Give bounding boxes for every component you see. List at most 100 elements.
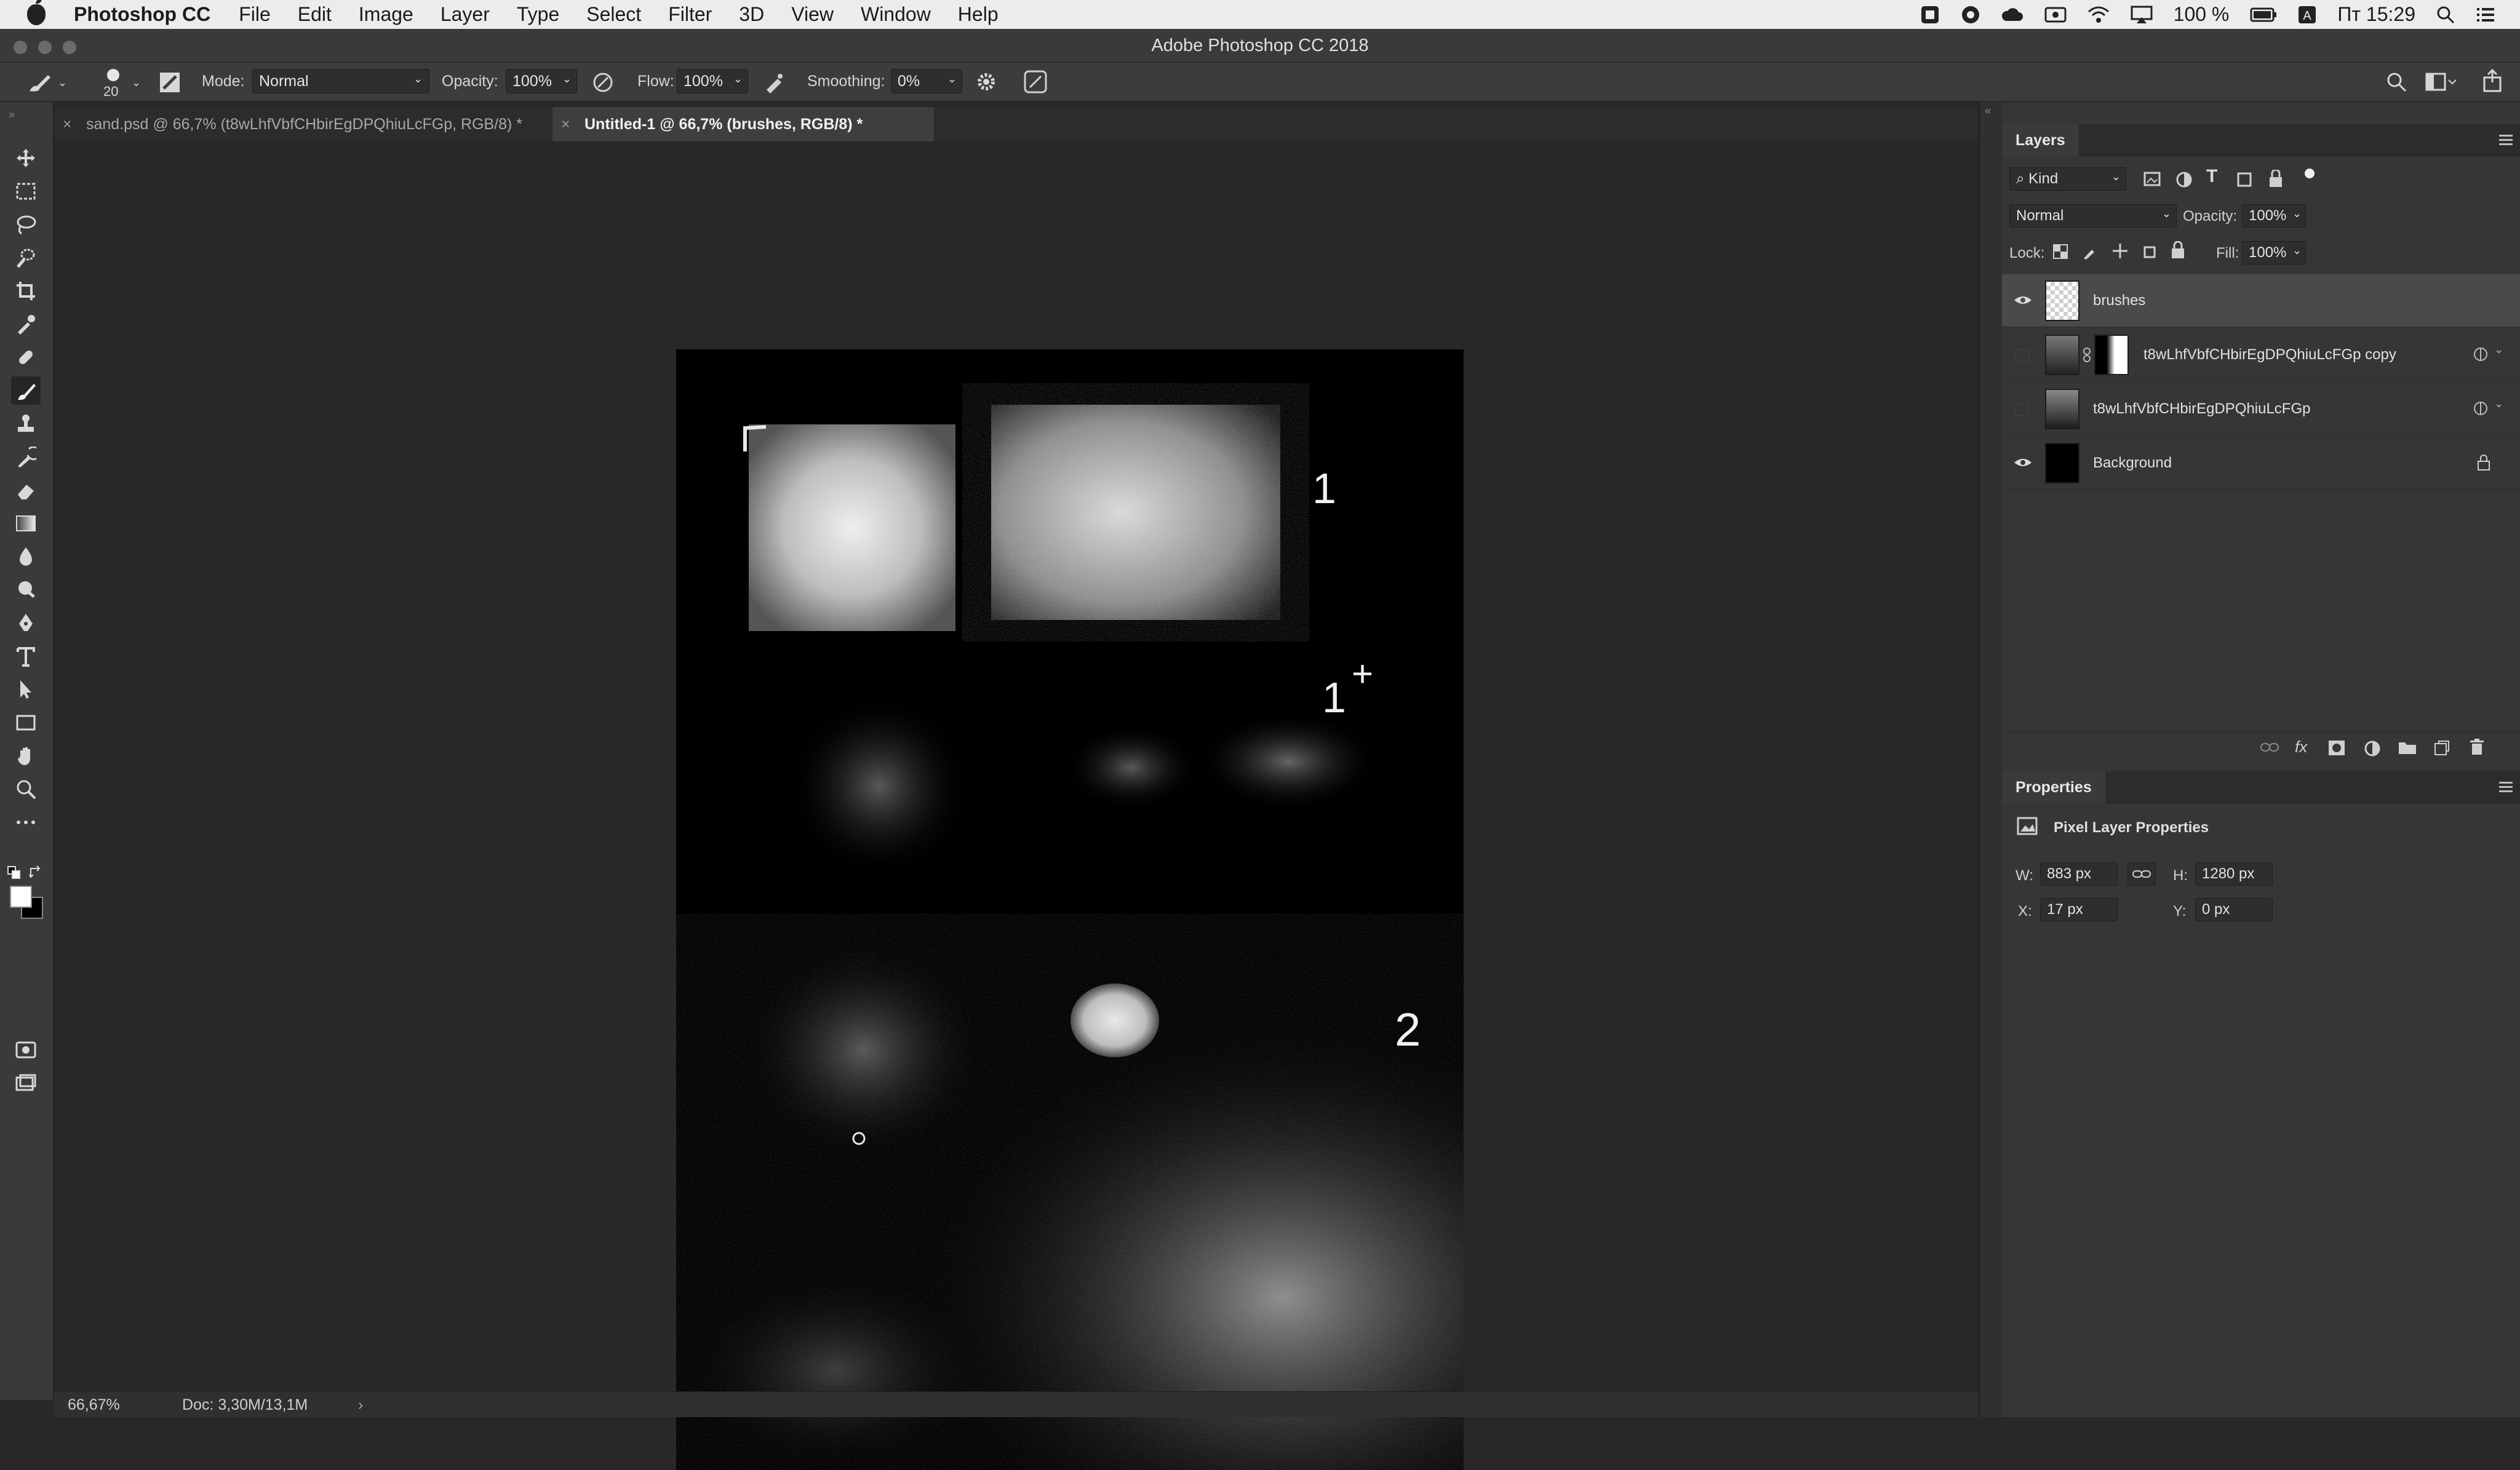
- status-cloud-icon[interactable]: [2001, 5, 2024, 25]
- app-menu[interactable]: Photoshop CC: [74, 3, 210, 26]
- layer-row-background[interactable]: Background: [2002, 437, 2520, 490]
- menu-file[interactable]: File: [239, 3, 271, 26]
- visibility-toggle-off[interactable]: [2016, 403, 2029, 416]
- status-browser-icon[interactable]: [1961, 5, 1980, 25]
- dock-collapse-strip[interactable]: «: [1980, 102, 2002, 1417]
- panel-menu-icon[interactable]: [2498, 780, 2514, 793]
- document-size-info[interactable]: Doc: 3,30M/13,1M: [182, 1392, 308, 1418]
- quick-mask-icon[interactable]: [11, 1036, 41, 1064]
- marquee-tool-icon[interactable]: [11, 177, 41, 205]
- more-tools-icon[interactable]: [11, 808, 41, 836]
- layer-name[interactable]: Background: [2093, 437, 2172, 490]
- new-layer-icon[interactable]: [2434, 740, 2450, 756]
- menu-filter[interactable]: Filter: [668, 3, 712, 26]
- lock-position-icon[interactable]: [2111, 242, 2129, 260]
- add-layer-mask-icon[interactable]: [2328, 740, 2345, 756]
- clock[interactable]: Пт 15:29: [2337, 3, 2415, 26]
- airplay-icon[interactable]: [2131, 5, 2153, 25]
- chevron-down-icon[interactable]: ⌄: [733, 67, 743, 90]
- new-adjustment-layer-icon[interactable]: [2364, 740, 2381, 757]
- type-tool-icon[interactable]: [11, 642, 41, 670]
- brush-settings-panel-icon[interactable]: [159, 71, 181, 93]
- window-zoom-button[interactable]: [63, 41, 76, 54]
- keyboard-layout-icon[interactable]: A: [2298, 6, 2316, 24]
- x-position-field[interactable]: 17 px: [2040, 898, 2118, 921]
- menu-view[interactable]: View: [791, 3, 834, 26]
- add-layer-style-icon[interactable]: fx: [2295, 737, 2307, 757]
- menu-select[interactable]: Select: [586, 3, 641, 26]
- workspace-switcher-icon[interactable]: [2425, 71, 2456, 92]
- blend-mode-dropdown[interactable]: Normal ⌄: [2009, 204, 2177, 228]
- layer-opacity-field[interactable]: 100% ⌄: [2242, 204, 2306, 228]
- smart-filter-effects-icon[interactable]: [2472, 346, 2490, 363]
- delete-layer-trash-icon[interactable]: [2470, 739, 2484, 756]
- path-selection-tool-icon[interactable]: [11, 675, 41, 704]
- lock-transparent-pixels-icon[interactable]: [2052, 244, 2068, 260]
- crop-tool-icon[interactable]: [11, 277, 41, 305]
- lock-all-icon[interactable]: [2171, 241, 2185, 260]
- y-position-field[interactable]: 0 px: [2195, 898, 2273, 921]
- airbrush-icon[interactable]: [763, 71, 785, 93]
- document-canvas[interactable]: 1 1 + 2: [676, 349, 1464, 1470]
- chevron-down-icon[interactable]: ⌄: [2292, 202, 2302, 224]
- filter-adjustment-icon[interactable]: [2175, 171, 2193, 188]
- share-icon[interactable]: [2482, 69, 2503, 92]
- menu-help[interactable]: Help: [958, 3, 999, 26]
- visibility-eye-icon[interactable]: [2013, 455, 2033, 470]
- layer-lock-icon[interactable]: [2477, 454, 2490, 471]
- layer-name[interactable]: brushes: [2093, 274, 2145, 327]
- layer-name[interactable]: t8wLhfVbfCHbirEgDPQhiuLcFGp: [2093, 383, 2310, 435]
- mask-link-icon[interactable]: [2082, 347, 2092, 363]
- menu-type[interactable]: Type: [517, 3, 559, 26]
- status-menu-arrow-icon[interactable]: ›: [358, 1392, 363, 1418]
- zoom-level[interactable]: 66,67%: [68, 1392, 120, 1418]
- window-close-button[interactable]: [14, 41, 27, 54]
- wifi-icon[interactable]: [2087, 6, 2110, 24]
- pressure-size-icon[interactable]: [1024, 70, 1047, 93]
- brush-tool-icon[interactable]: [11, 376, 41, 405]
- apple-menu-icon[interactable]: [27, 0, 46, 25]
- tab-sand-psd[interactable]: × sand.psd @ 66,7% (t8wLhfVbfCHbirEgDPQh…: [54, 107, 552, 141]
- brush-picker-arrow[interactable]: ⌄: [132, 76, 141, 89]
- default-colors-icon[interactable]: [7, 866, 21, 880]
- preset-dropdown-arrow[interactable]: ⌄: [58, 76, 67, 89]
- search-icon[interactable]: [2386, 71, 2407, 92]
- healing-brush-tool-icon[interactable]: [11, 343, 41, 371]
- lock-image-pixels-icon[interactable]: [2082, 244, 2098, 260]
- layer-filter-kind[interactable]: ⌕ Kind ⌄: [2009, 167, 2126, 191]
- window-minimize-button[interactable]: [38, 41, 52, 54]
- eyedropper-tool-icon[interactable]: [11, 310, 41, 338]
- menu-image[interactable]: Image: [359, 3, 413, 26]
- filter-pixel-icon[interactable]: [2143, 171, 2161, 187]
- spotlight-search-icon[interactable]: [2436, 6, 2455, 24]
- swap-colors-icon[interactable]: [28, 865, 43, 880]
- close-tab-icon[interactable]: ×: [561, 107, 570, 141]
- chevron-down-icon[interactable]: ⌄: [947, 67, 957, 90]
- dock-collapse-arrows[interactable]: «: [1985, 105, 1991, 117]
- link-layers-icon[interactable]: [2260, 741, 2279, 753]
- new-group-folder-icon[interactable]: [2398, 740, 2417, 755]
- layer-row-t8wl[interactable]: t8wLhfVbfCHbirEgDPQhiuLcFGp ⌄: [2002, 383, 2520, 435]
- visibility-eye-icon[interactable]: [2013, 293, 2033, 308]
- layer-row-t8wl-copy[interactable]: t8wLhfVbfCHbirEgDPQhiuLcFGp copy ⌄: [2002, 328, 2520, 381]
- hand-tool-icon[interactable]: [11, 742, 41, 770]
- layer-row-brushes[interactable]: brushes: [2002, 274, 2520, 327]
- document-workspace[interactable]: 1 1 + 2: [54, 141, 1979, 1470]
- menu-window[interactable]: Window: [861, 3, 931, 26]
- opacity-field[interactable]: 100% ⌄: [506, 69, 577, 93]
- panel-menu-icon[interactable]: [2498, 133, 2514, 146]
- fill-field[interactable]: 100% ⌄: [2242, 241, 2306, 264]
- blur-tool-icon[interactable]: [11, 542, 41, 571]
- expand-effects-arrow[interactable]: ⌄: [2494, 343, 2503, 356]
- chevron-down-icon[interactable]: ⌄: [562, 67, 572, 90]
- layer-mask-thumbnail[interactable]: [2094, 335, 2129, 375]
- layer-name[interactable]: t8wLhfVbfCHbirEgDPQhiuLcFGp copy: [2143, 328, 2396, 381]
- close-tab-icon[interactable]: ×: [63, 107, 72, 141]
- expand-effects-arrow[interactable]: ⌄: [2494, 397, 2503, 410]
- move-tool-icon[interactable]: [11, 144, 41, 172]
- quick-selection-tool-icon[interactable]: [11, 244, 41, 272]
- foreground-color-swatch[interactable]: [10, 886, 32, 908]
- link-dimensions-icon[interactable]: [2127, 862, 2156, 886]
- properties-panel-title[interactable]: Properties: [2002, 771, 2105, 803]
- lasso-tool-icon[interactable]: [11, 210, 41, 239]
